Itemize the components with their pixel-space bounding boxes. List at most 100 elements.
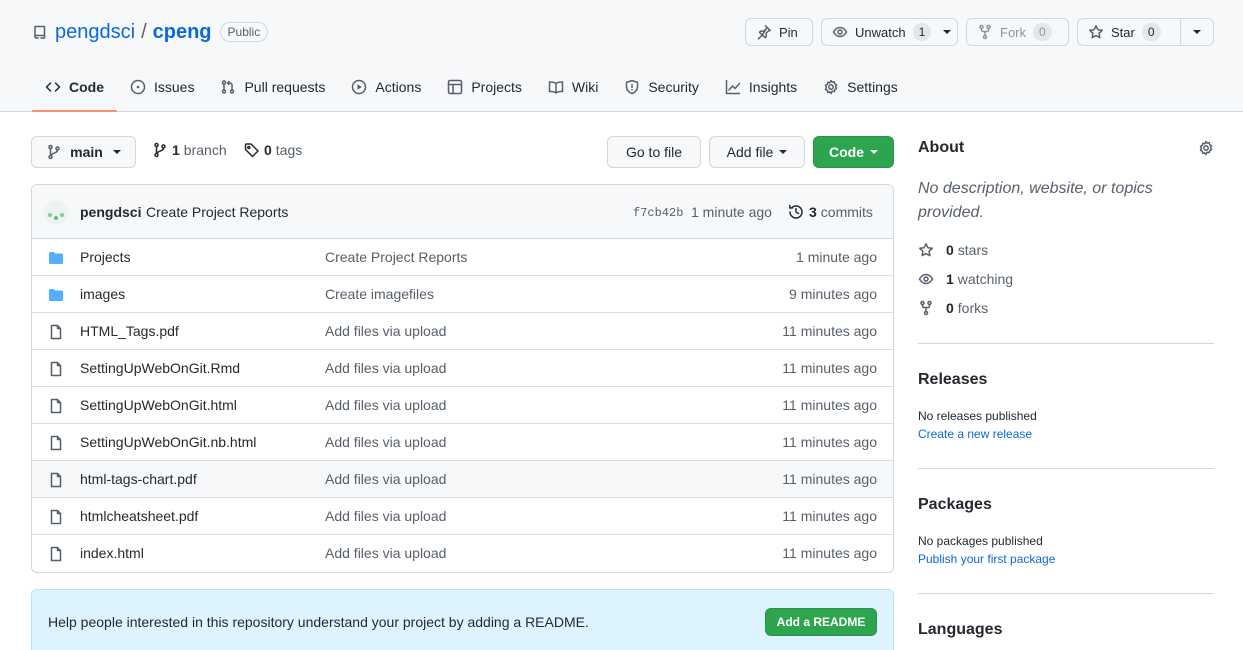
tab-label: Settings bbox=[847, 79, 898, 95]
tab-label: Wiki bbox=[571, 79, 599, 95]
about-description: No description, website, or topics provi… bbox=[918, 177, 1153, 225]
watch-count: 1 bbox=[912, 23, 932, 41]
star-button[interactable]: Star 0 bbox=[1077, 18, 1181, 46]
file-commit-age: 1 minute ago bbox=[796, 249, 877, 265]
tab-issues[interactable]: Issues bbox=[117, 68, 207, 106]
add-file-button[interactable]: Add file bbox=[709, 136, 805, 168]
file-row[interactable]: images Create imagefiles 9 minutes ago bbox=[32, 276, 893, 313]
avatar[interactable] bbox=[44, 201, 68, 225]
file-row[interactable]: html-tags-chart.pdf Add files via upload… bbox=[32, 461, 893, 498]
commit-age: 1 minute ago bbox=[691, 204, 772, 220]
repo-name-link[interactable]: cpeng bbox=[153, 21, 212, 44]
go-to-file-button[interactable]: Go to file bbox=[607, 136, 701, 168]
tags-link[interactable]: 0 tags bbox=[244, 142, 302, 158]
file-name-link[interactable]: SettingUpWebOnGit.nb.html bbox=[80, 434, 256, 450]
watching-link[interactable]: 1 watching bbox=[918, 271, 1013, 287]
chevron-down-icon bbox=[1193, 30, 1201, 34]
about-description-line: No description, website, or topics bbox=[918, 180, 1153, 197]
file-row[interactable]: Projects Create Project Reports 1 minute… bbox=[32, 239, 893, 276]
sidebar-divider bbox=[918, 593, 1214, 594]
commit-message[interactable]: Create Project Reports bbox=[146, 204, 288, 220]
star-label: Star bbox=[1111, 24, 1135, 40]
branches-link[interactable]: 1 branch bbox=[152, 142, 227, 158]
file-name-link[interactable]: index.html bbox=[80, 545, 144, 561]
file-row[interactable]: index.html Add files via upload 11 minut… bbox=[32, 535, 893, 572]
file-commit-age: 11 minutes ago bbox=[782, 508, 877, 524]
file-row[interactable]: SettingUpWebOnGit.Rmd Add files via uplo… bbox=[32, 350, 893, 387]
commit-count-label: commits bbox=[820, 204, 873, 220]
tag-icon bbox=[244, 142, 260, 158]
tab-settings[interactable]: Settings bbox=[810, 68, 911, 106]
fork-label: Fork bbox=[1000, 24, 1026, 40]
folder-icon bbox=[48, 287, 64, 303]
publish-package-link[interactable]: Publish your first package bbox=[918, 552, 1055, 566]
file-commit-message-link[interactable]: Create imagefiles bbox=[325, 286, 434, 302]
about-heading: About bbox=[918, 139, 965, 156]
chevron-down-icon bbox=[870, 150, 878, 154]
tab-code[interactable]: Code bbox=[32, 68, 117, 112]
stars-link[interactable]: 0 stars bbox=[918, 242, 988, 258]
tab-security[interactable]: Security bbox=[611, 68, 712, 106]
branch-count: 1 bbox=[172, 142, 180, 158]
unwatch-button[interactable]: Unwatch 1 bbox=[821, 18, 958, 46]
file-name-link[interactable]: SettingUpWebOnGit.Rmd bbox=[80, 360, 240, 376]
file-commit-age: 11 minutes ago bbox=[782, 471, 877, 487]
file-name-link[interactable]: htmlcheatsheet.pdf bbox=[80, 508, 198, 524]
gear-icon[interactable] bbox=[1198, 140, 1214, 156]
repo-title-separator: / bbox=[141, 20, 147, 43]
file-name-link[interactable]: images bbox=[80, 286, 125, 302]
repo-tabs: Code Issues Pull requests Actions Projec… bbox=[32, 68, 911, 112]
forks-link[interactable]: 0 forks bbox=[918, 300, 988, 316]
releases-empty-text: No releases published bbox=[918, 409, 1037, 423]
repo-icon bbox=[32, 24, 48, 40]
tab-projects[interactable]: Projects bbox=[434, 68, 535, 106]
tab-actions[interactable]: Actions bbox=[338, 68, 434, 106]
forks-count: 0 bbox=[946, 300, 954, 316]
stars-label: stars bbox=[957, 242, 989, 258]
chevron-down-icon bbox=[112, 150, 121, 154]
file-commit-message-link[interactable]: Add files via upload bbox=[325, 434, 446, 450]
latest-commit-bar: pengdsci Create Project Reports f7cb42b … bbox=[32, 185, 893, 239]
file-name-link[interactable]: html-tags-chart.pdf bbox=[80, 471, 197, 487]
file-row[interactable]: SettingUpWebOnGit.html Add files via upl… bbox=[32, 387, 893, 424]
add-readme-button[interactable]: Add a README bbox=[765, 608, 877, 636]
commit-author[interactable]: pengdsci bbox=[80, 204, 141, 220]
star-list-dropdown[interactable] bbox=[1180, 18, 1214, 46]
file-commit-age: 11 minutes ago bbox=[782, 323, 877, 339]
pin-button[interactable]: Pin bbox=[745, 18, 813, 46]
file-name-link[interactable]: SettingUpWebOnGit.html bbox=[80, 397, 237, 413]
branch-select-button[interactable]: main bbox=[31, 136, 136, 168]
graph-icon bbox=[725, 79, 749, 95]
file-commit-age: 9 minutes ago bbox=[789, 286, 877, 302]
file-row[interactable]: SettingUpWebOnGit.nb.html Add files via … bbox=[32, 424, 893, 461]
commit-sha[interactable]: f7cb42b bbox=[633, 206, 683, 220]
file-commit-message-link[interactable]: Add files via upload bbox=[325, 545, 446, 561]
tab-insights[interactable]: Insights bbox=[712, 68, 810, 106]
create-release-link[interactable]: Create a new release bbox=[918, 427, 1032, 441]
file-name-link[interactable]: HTML_Tags.pdf bbox=[80, 323, 179, 339]
visibility-badge: Public bbox=[219, 22, 269, 42]
releases-heading[interactable]: Releases bbox=[918, 371, 987, 389]
file-commit-message-link[interactable]: Add files via upload bbox=[325, 323, 446, 339]
code-button[interactable]: Code bbox=[813, 136, 894, 168]
file-row[interactable]: HTML_Tags.pdf Add files via upload 11 mi… bbox=[32, 313, 893, 350]
repo-owner-link[interactable]: pengdsci bbox=[55, 21, 135, 44]
tab-wiki[interactable]: Wiki bbox=[535, 68, 611, 106]
about-description-line: provided. bbox=[918, 204, 984, 221]
packages-heading[interactable]: Packages bbox=[918, 496, 992, 514]
file-commit-message-link[interactable]: Add files via upload bbox=[325, 471, 446, 487]
file-commit-message-link[interactable]: Add files via upload bbox=[325, 508, 446, 524]
file-commit-message-link[interactable]: Create Project Reports bbox=[325, 249, 467, 265]
code-label: Code bbox=[829, 144, 864, 160]
file-row[interactable]: htmlcheatsheet.pdf Add files via upload … bbox=[32, 498, 893, 535]
file-commit-message-link[interactable]: Add files via upload bbox=[325, 397, 446, 413]
branch-icon bbox=[46, 144, 62, 160]
commits-link[interactable]: 3 commits bbox=[788, 204, 873, 220]
branch-name: main bbox=[70, 144, 103, 160]
readme-banner-text: Help people interested in this repositor… bbox=[48, 614, 589, 630]
chevron-down-icon bbox=[779, 150, 788, 154]
tab-pull-requests[interactable]: Pull requests bbox=[207, 68, 338, 106]
file-name-link[interactable]: Projects bbox=[80, 249, 131, 265]
fork-button[interactable]: Fork 0 bbox=[966, 18, 1069, 46]
file-commit-message-link[interactable]: Add files via upload bbox=[325, 360, 446, 376]
